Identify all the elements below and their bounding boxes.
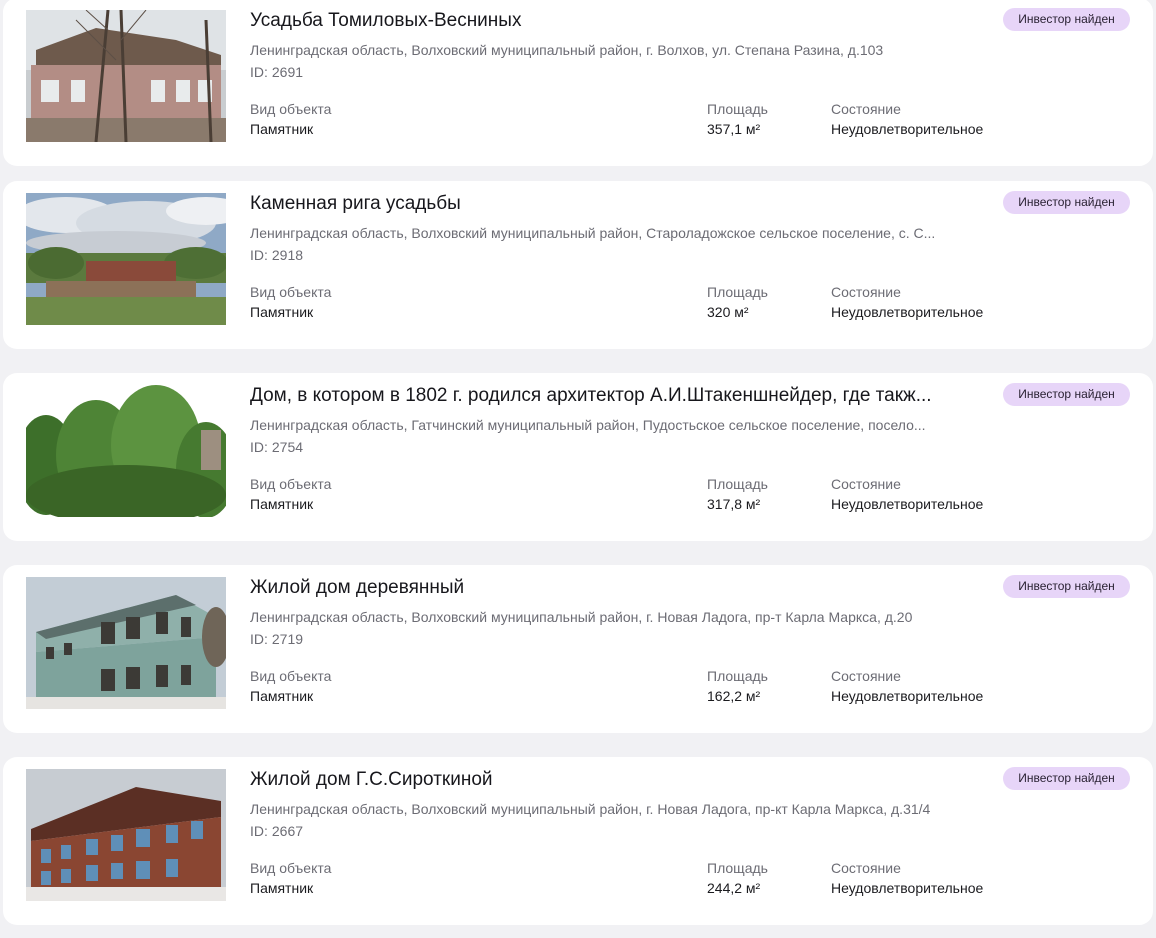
object-condition-value: Неудовлетворительное (831, 880, 984, 896)
object-card[interactable]: Жилой дом деревянный Инвестор найден Лен… (3, 565, 1153, 733)
object-card[interactable]: Каменная рига усадьбы Инвестор найден Ле… (3, 181, 1153, 349)
wooden-house-photo (26, 577, 226, 709)
object-area-value: 357,1 м² (707, 121, 761, 137)
object-photo[interactable] (26, 577, 226, 709)
object-condition-label: Состояние (831, 476, 901, 492)
object-photo[interactable] (26, 193, 226, 325)
object-id-value: 2691 (271, 64, 304, 80)
object-condition-value: Неудовлетворительное (831, 496, 984, 512)
object-id: ID: 2754 (250, 437, 303, 457)
object-address: Ленинградская область, Волховский муници… (250, 801, 931, 817)
object-kind-label: Вид объекта (250, 476, 332, 492)
object-list: Усадьба Томиловых-Весниных Инвестор найд… (0, 0, 1156, 938)
status-badge: Инвестор найден (1003, 767, 1130, 790)
object-id: ID: 2691 (250, 62, 303, 82)
object-area-label: Площадь (707, 101, 768, 117)
object-id: ID: 2719 (250, 629, 303, 649)
object-card[interactable]: Усадьба Томиловых-Весниных Инвестор найд… (3, 0, 1153, 166)
status-badge: Инвестор найден (1003, 383, 1130, 406)
object-kind-value: Памятник (250, 121, 314, 137)
object-id-label: ID: (250, 64, 268, 80)
brick-house-photo (26, 769, 226, 901)
status-badge: Инвестор найден (1003, 8, 1130, 31)
status-badge: Инвестор найден (1003, 191, 1130, 214)
object-kind-label: Вид объекта (250, 668, 332, 684)
object-id-label: ID: (250, 439, 268, 455)
object-area-value: 244,2 м² (707, 880, 761, 896)
object-area-label: Площадь (707, 668, 768, 684)
object-card[interactable]: Дом, в котором в 1802 г. родился архитек… (3, 373, 1153, 541)
object-kind-label: Вид объекта (250, 284, 332, 300)
object-kind-value: Памятник (250, 496, 314, 512)
object-card[interactable]: Жилой дом Г.С.Сироткиной Инвестор найден… (3, 757, 1153, 925)
object-title[interactable]: Дом, в котором в 1802 г. родился архитек… (250, 383, 975, 409)
object-id: ID: 2667 (250, 821, 303, 841)
object-kind-value: Памятник (250, 880, 314, 896)
object-condition-value: Неудовлетворительное (831, 304, 984, 320)
object-area-value: 162,2 м² (707, 688, 761, 704)
object-title[interactable]: Жилой дом Г.С.Сироткиной (250, 767, 975, 793)
object-area-label: Площадь (707, 284, 768, 300)
object-id-label: ID: (250, 247, 268, 263)
object-address: Ленинградская область, Волховский муници… (250, 42, 884, 58)
object-photo[interactable] (26, 10, 226, 142)
object-kind-value: Памятник (250, 304, 314, 320)
barn-photo (26, 193, 226, 325)
object-id-value: 2667 (271, 823, 304, 839)
status-badge: Инвестор найден (1003, 575, 1130, 598)
object-condition-value: Неудовлетворительное (831, 121, 984, 137)
object-photo[interactable] (26, 385, 226, 517)
object-condition-value: Неудовлетворительное (831, 688, 984, 704)
object-title[interactable]: Жилой дом деревянный (250, 575, 975, 601)
object-condition-label: Состояние (831, 284, 901, 300)
object-address: Ленинградская область, Гатчинский муници… (250, 417, 926, 433)
object-address: Ленинградская область, Волховский муници… (250, 609, 913, 625)
object-title[interactable]: Каменная рига усадьбы (250, 191, 975, 217)
object-condition-label: Состояние (831, 101, 901, 117)
object-kind-label: Вид объекта (250, 101, 332, 117)
object-id-value: 2719 (271, 631, 304, 647)
object-kind-value: Памятник (250, 688, 314, 704)
object-condition-label: Состояние (831, 860, 901, 876)
object-id: ID: 2918 (250, 245, 303, 265)
object-title[interactable]: Усадьба Томиловых-Весниных (250, 8, 975, 34)
object-condition-label: Состояние (831, 668, 901, 684)
object-id-value: 2918 (271, 247, 304, 263)
object-address: Ленинградская область, Волховский муници… (250, 225, 936, 241)
object-id-value: 2754 (271, 439, 304, 455)
manor-photo (26, 10, 226, 142)
object-area-value: 317,8 м² (707, 496, 761, 512)
object-area-label: Площадь (707, 476, 768, 492)
trees-photo (26, 385, 226, 517)
object-id-label: ID: (250, 823, 268, 839)
object-area-value: 320 м² (707, 304, 749, 320)
object-area-label: Площадь (707, 860, 768, 876)
object-id-label: ID: (250, 631, 268, 647)
object-photo[interactable] (26, 769, 226, 901)
object-kind-label: Вид объекта (250, 860, 332, 876)
